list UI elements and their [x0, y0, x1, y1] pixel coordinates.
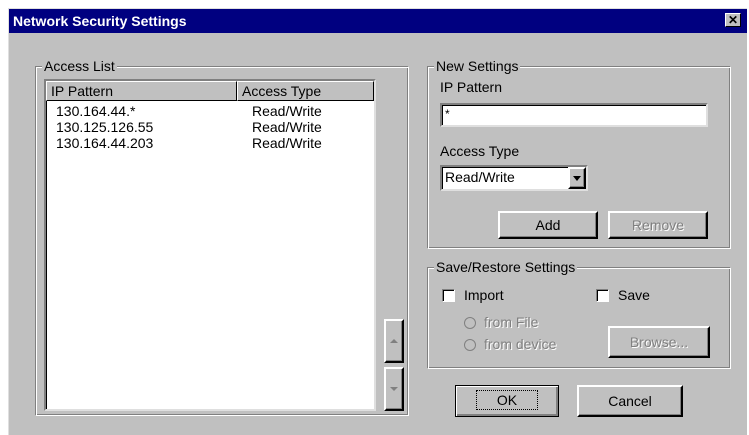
remove-button-label: Remove — [631, 217, 685, 233]
access-list-group: Access List IP Pattern Access Type 130.1… — [35, 58, 409, 416]
save-restore-group: Save/Restore Settings Import Save from F… — [427, 259, 731, 369]
add-button-label: Add — [535, 217, 561, 233]
column-header-ip-pattern[interactable]: IP Pattern — [46, 81, 237, 101]
row-access-type: Read/Write — [252, 119, 322, 135]
close-button[interactable]: ✕ — [725, 13, 741, 27]
ip-pattern-input[interactable]: * — [440, 103, 708, 127]
from-file-label: from File — [484, 314, 539, 330]
table-row[interactable]: 130.125.126.55 Read/Write — [56, 119, 322, 135]
scroll-down-button[interactable] — [384, 367, 404, 411]
import-label[interactable]: Import — [464, 287, 504, 303]
window-title: Network Security Settings — [13, 13, 187, 29]
ok-button[interactable]: OK — [455, 385, 559, 417]
browse-button[interactable]: Browse... — [608, 326, 710, 358]
table-row[interactable]: 130.164.44.203 Read/Write — [56, 135, 322, 151]
cancel-button[interactable]: Cancel — [577, 385, 683, 417]
access-list-view[interactable]: IP Pattern Access Type 130.164.44.* Read… — [44, 79, 376, 411]
save-restore-legend: Save/Restore Settings — [434, 259, 578, 275]
ip-pattern-label: IP Pattern — [440, 79, 503, 95]
from-device-label: from device — [484, 336, 557, 352]
cancel-button-label: Cancel — [608, 393, 652, 409]
save-label[interactable]: Save — [618, 287, 650, 303]
row-ip: 130.125.126.55 — [56, 119, 154, 135]
row-access-type: Read/Write — [252, 135, 322, 151]
row-ip: 130.164.44.203 — [56, 135, 154, 151]
new-settings-group: New Settings IP Pattern * Access Type Re… — [427, 58, 731, 249]
scroll-down-icon — [390, 387, 398, 391]
add-button[interactable]: Add — [498, 211, 598, 239]
row-access-type: Read/Write — [252, 103, 322, 119]
save-checkbox[interactable] — [596, 289, 609, 302]
from-file-radio[interactable] — [464, 317, 476, 329]
close-icon: ✕ — [727, 13, 739, 27]
scroll-up-icon — [390, 339, 398, 343]
title-bar[interactable]: Network Security Settings ✕ — [9, 9, 747, 33]
scroll-up-button[interactable] — [384, 319, 404, 363]
remove-button[interactable]: Remove — [608, 211, 708, 239]
ip-pattern-value: * — [445, 107, 450, 121]
ok-button-label: OK — [475, 390, 539, 410]
access-type-label: Access Type — [440, 143, 520, 159]
access-list-legend: Access List — [42, 58, 117, 74]
from-device-radio[interactable] — [464, 339, 476, 351]
access-type-value: Read/Write — [445, 169, 515, 185]
access-type-dropdown-button[interactable] — [568, 167, 586, 189]
dialog-window: Network Security Settings ✕ Access List … — [8, 8, 747, 435]
access-type-select[interactable]: Read/Write — [440, 165, 588, 191]
new-settings-legend: New Settings — [434, 58, 521, 74]
row-ip: 130.164.44.* — [56, 103, 136, 119]
table-row[interactable]: 130.164.44.* Read/Write — [56, 103, 322, 119]
browse-button-label: Browse... — [629, 334, 689, 350]
column-header-access-type[interactable]: Access Type — [237, 81, 374, 101]
import-checkbox[interactable] — [442, 289, 455, 302]
chevron-down-icon — [573, 176, 581, 181]
